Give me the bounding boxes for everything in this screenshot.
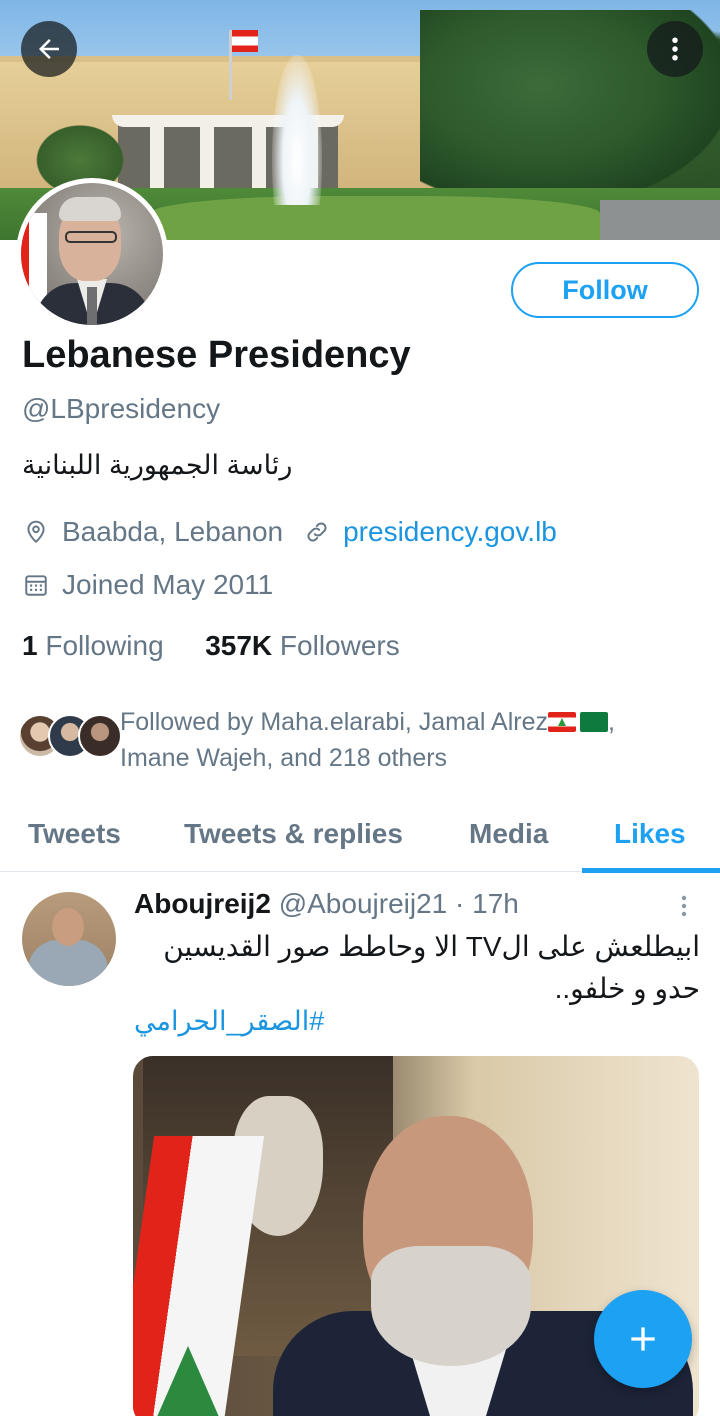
tweet-text: ابيطلعش على الTV الا وحاطط صور القديسين … [163,931,700,1004]
calendar-icon [22,571,50,599]
compose-tweet-button[interactable] [594,1290,692,1388]
tweet-more-button[interactable] [672,893,696,921]
lebanon-flag-icon [547,712,576,732]
back-button[interactable] [21,21,77,77]
tab-tweets[interactable]: Tweets [28,796,121,872]
location-pin-icon [22,518,50,546]
profile-joined-date: Joined May 2011 [62,569,274,600]
tweet-hashtag-link[interactable]: #الصقر_الحرامي [134,1006,324,1037]
profile-tabs: Tweets Tweets & replies Media Likes [0,796,720,872]
more-options-button[interactable] [647,21,703,77]
follow-button[interactable]: Follow [511,262,699,318]
tweet-header: Aboujreij2 @Aboujreij21 · 17h [134,888,519,920]
tab-likes[interactable]: Likes [614,796,686,872]
profile-avatar[interactable] [16,178,168,330]
profile-name: Lebanese Presidency [22,334,411,376]
tweet-author-avatar[interactable] [22,892,116,986]
following-stat[interactable]: 1 Following [22,630,164,661]
more-vertical-icon [672,37,678,61]
tweet-separator: · [447,888,473,919]
more-vertical-icon [681,895,687,917]
tweet-time: 17h [472,888,519,919]
profile-meta-row: Baabda, Lebanon presidency.gov.lb [22,516,557,548]
profile-joined-row: Joined May 2011 [22,569,273,601]
saudi-flag-icon [579,712,608,732]
profile-website-link[interactable]: presidency.gov.lb [343,516,557,548]
arrow-left-icon [39,39,59,59]
tab-tweets-and-replies[interactable]: Tweets & replies [184,796,403,872]
avatar [78,714,122,758]
profile-bio: رئاسة الجمهورية اللبنانية [22,450,293,480]
link-icon [303,518,331,546]
plus-icon [631,1327,655,1351]
followed-by-avatars [18,714,122,760]
tweet-author-handle[interactable]: @Aboujreij21 [279,888,448,919]
profile-handle: @LBpresidency [22,393,221,424]
active-tab-indicator [582,868,720,873]
followed-by-section[interactable]: Followed by Maha.elarabi, Jamal Alrez, I… [18,704,708,776]
followers-stat[interactable]: 357K Followers [205,630,400,661]
followed-by-text: Followed by Maha.elarabi, Jamal Alrez, I… [120,708,615,772]
tweet-author-name[interactable]: Aboujreij2 [134,888,271,919]
tab-media[interactable]: Media [469,796,548,872]
profile-location: Baabda, Lebanon [62,516,284,547]
profile-stats: 1 Following 357K Followers [22,630,400,662]
